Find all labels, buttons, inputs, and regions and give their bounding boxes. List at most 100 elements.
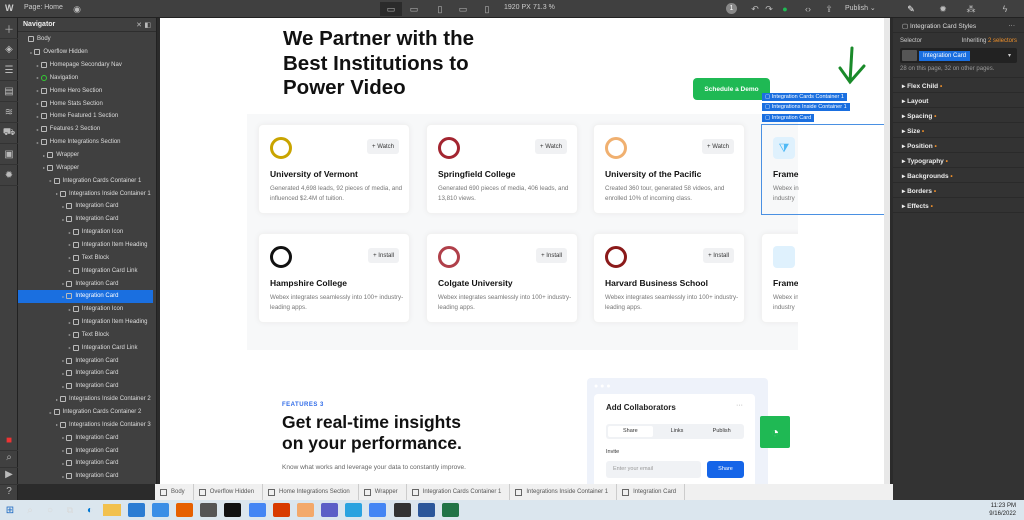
taskbar-app-icon[interactable]: [417, 503, 435, 517]
taskbar-app-icon[interactable]: [151, 503, 169, 517]
integration-card[interactable]: + Install Hampshire College Webex integrat…: [258, 233, 410, 323]
style-section-backgrounds[interactable]: ▸ Backgrounds •: [893, 168, 1024, 183]
tab-publish[interactable]: Publish: [699, 424, 744, 439]
ecommerce-cart-icon[interactable]: ⛟: [0, 123, 18, 144]
breadcrumb-item[interactable]: Integrations Inside Container 1: [510, 484, 618, 500]
notification-badge[interactable]: 1: [726, 3, 737, 14]
card-action-button[interactable]: + Install: [368, 248, 399, 263]
mobile-breakpoint-icon[interactable]: ▯: [476, 2, 498, 16]
code-icon[interactable]: ‹›: [797, 2, 819, 16]
status-check-icon[interactable]: ●: [774, 2, 796, 16]
style-section-position[interactable]: ▸ Position •: [893, 138, 1024, 153]
style-section-typography[interactable]: ▸ Typography •: [893, 153, 1024, 168]
taskbar-app-icon[interactable]: [175, 503, 193, 517]
taskbar-app-icon[interactable]: [200, 503, 218, 517]
card-action-button[interactable]: + Watch: [367, 139, 399, 154]
navigator-item[interactable]: ▸ Integration Card Link: [18, 264, 153, 277]
edge-icon[interactable]: ◐: [80, 505, 100, 516]
breadcrumb-item[interactable]: Integration Card: [617, 484, 686, 500]
large-breakpoint-icon[interactable]: ▭: [403, 2, 425, 16]
tab-links[interactable]: Links: [655, 424, 700, 439]
navigator-item[interactable]: ▸ Navigation: [18, 72, 153, 85]
preview-eye-icon[interactable]: ◉: [66, 2, 88, 16]
desktop-breakpoint-icon[interactable]: ▭: [380, 2, 402, 16]
start-windows-icon[interactable]: ⊞: [0, 505, 20, 516]
share-button[interactable]: Share: [707, 461, 744, 478]
taskbar-app-icon[interactable]: [248, 503, 266, 517]
navigator-item[interactable]: ▸ Integration Card: [18, 431, 153, 444]
tablet-breakpoint-icon[interactable]: ▯: [429, 2, 451, 16]
navigator-item[interactable]: ▸ Integration Cards Container 1: [18, 174, 153, 187]
caret-icon[interactable]: ▸: [35, 114, 41, 119]
caret-icon[interactable]: ▸: [67, 332, 73, 337]
card-action-button[interactable]: + Watch: [535, 139, 567, 154]
add-icon[interactable]: ＋: [0, 18, 18, 39]
taskbar-app-icon[interactable]: [127, 503, 145, 517]
breadcrumb-item[interactable]: Home Integrations Section: [263, 484, 359, 500]
breadcrumb-item[interactable]: Wrapper: [359, 484, 407, 500]
navigator-item[interactable]: ▸ Integration Card: [18, 290, 153, 303]
caret-icon[interactable]: ▸: [35, 140, 41, 145]
style-section-layout[interactable]: ▸ Layout: [893, 93, 1024, 108]
file-explorer-icon[interactable]: [103, 504, 121, 516]
navigator-item[interactable]: ▸ Home Stats Section: [18, 97, 153, 110]
schedule-demo-button[interactable]: Schedule a Demo: [693, 78, 770, 100]
navigator-item[interactable]: ▸ Overflow Hidden: [18, 46, 153, 59]
landscape-breakpoint-icon[interactable]: ▭: [452, 2, 474, 16]
tab-share[interactable]: Share: [608, 426, 653, 437]
taskbar-app-icon[interactable]: [345, 503, 363, 517]
design-canvas[interactable]: We Partner with the Best Institutions to…: [160, 18, 890, 484]
more-icon[interactable]: ···: [736, 402, 743, 409]
caret-icon[interactable]: ▸: [67, 242, 73, 247]
integration-card[interactable]: + Watch University of Vermont Generated 4,…: [258, 124, 410, 214]
navigator-item[interactable]: ▸ Home Integrations Section: [18, 136, 153, 149]
navigator-icon[interactable]: ☰: [0, 60, 18, 81]
navigator-item[interactable]: ▸ Integration Card Link: [18, 341, 153, 354]
caret-icon[interactable]: ▸: [67, 345, 73, 350]
navigator-item[interactable]: ▸ Features 2 Section: [18, 123, 153, 136]
taskbar-app-icon[interactable]: [321, 503, 339, 517]
selector-tag[interactable]: Integration Card: [919, 50, 971, 61]
taskbar-app-icon[interactable]: [272, 503, 290, 517]
taskbar-app-icon[interactable]: [369, 503, 387, 517]
caret-icon[interactable]: ▸: [35, 75, 41, 80]
clock-time[interactable]: 11:23 PM: [989, 502, 1016, 510]
cms-database-icon[interactable]: ≋: [0, 102, 18, 123]
caret-icon[interactable]: ▸: [35, 101, 41, 106]
navigator-item[interactable]: ▸ Wrapper: [18, 162, 153, 175]
page-selector[interactable]: Page: Home: [24, 4, 63, 11]
style-section-size[interactable]: ▸ Size •: [893, 123, 1024, 138]
navigator-item[interactable]: ▸Integration Icon: [18, 303, 153, 316]
navigator-item[interactable]: ▸ Integration Item Heading: [18, 316, 153, 329]
caret-icon[interactable]: ▸: [67, 307, 73, 312]
card-action-button[interactable]: + Install: [536, 248, 567, 263]
navigator-item[interactable]: ▸Integration Icon: [18, 483, 153, 484]
navigator-item[interactable]: Body: [18, 33, 153, 46]
cortana-icon[interactable]: ○: [40, 505, 60, 516]
publish-button[interactable]: Publish ⌄: [845, 4, 876, 12]
caret-icon[interactable]: ▸: [67, 230, 73, 235]
taskbar-app-icon[interactable]: [224, 503, 242, 517]
inherit-count[interactable]: 2 selectors: [988, 38, 1017, 44]
settings-gear-icon[interactable]: ✹: [932, 2, 954, 16]
interactions-icon[interactable]: ⁂: [960, 2, 982, 16]
integration-card[interactable]: + Watch Springfield College Generated 690 …: [426, 124, 578, 214]
breadcrumb-item[interactable]: Integration Cards Container 1: [407, 484, 511, 500]
navigator-item[interactable]: ▸ Home Featured 1 Section: [18, 110, 153, 123]
style-brush-icon[interactable]: ✎: [900, 2, 922, 16]
navigator-item[interactable]: ▸ Integrations Inside Container 1: [18, 187, 153, 200]
navigator-item[interactable]: ▸ Text Block: [18, 329, 153, 342]
caret-icon[interactable]: ▸: [35, 88, 41, 93]
task-view-icon[interactable]: ⧉: [60, 505, 80, 516]
caret-icon[interactable]: ▸: [48, 178, 54, 183]
navigator-item[interactable]: ▸ Integration Card: [18, 444, 153, 457]
taskbar-app-icon[interactable]: [296, 503, 314, 517]
navigator-item[interactable]: ▸ Integration Card: [18, 457, 153, 470]
navigator-item[interactable]: ▸ Homepage Secondary Nav: [18, 59, 153, 72]
breadcrumb-item[interactable]: Overflow Hidden: [194, 484, 264, 500]
assets-icon[interactable]: ▣: [0, 144, 18, 165]
webflow-logo[interactable]: W: [5, 3, 14, 13]
navigator-item[interactable]: ▸ Integration Item Heading: [18, 239, 153, 252]
navigator-item[interactable]: ▸ Integration Card: [18, 277, 153, 290]
navigator-item[interactable]: ▸ Integration Card: [18, 380, 153, 393]
